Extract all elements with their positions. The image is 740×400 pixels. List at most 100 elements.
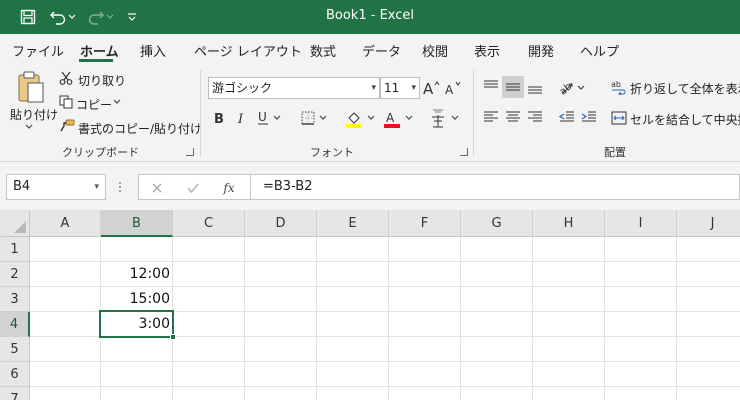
paste-button[interactable]: 貼り付け xyxy=(10,106,58,123)
tab-home[interactable]: ホーム xyxy=(80,41,119,60)
name-box-value: B4 xyxy=(13,179,31,194)
tab-review[interactable]: 校閲 xyxy=(422,41,448,60)
gridline xyxy=(316,237,317,400)
font-name-dropdown-icon: ▾ xyxy=(371,83,376,93)
copy-button[interactable]: コピー xyxy=(76,96,112,113)
align-center-icon[interactable] xyxy=(502,106,524,128)
row-header-4[interactable]: 4 xyxy=(0,312,30,337)
phonetic-guide-icon[interactable] xyxy=(428,106,448,132)
underline-dropdown-icon[interactable] xyxy=(272,114,282,122)
font-color-icon[interactable]: A xyxy=(382,108,402,130)
align-left-icon[interactable] xyxy=(480,106,502,128)
copy-dropdown-icon[interactable] xyxy=(112,98,122,106)
tab-formulas[interactable]: 数式 xyxy=(310,41,336,60)
fill-handle[interactable] xyxy=(170,334,176,340)
tab-page-layout[interactable]: ページ レイアウト xyxy=(194,41,302,60)
insert-function-icon[interactable]: fx xyxy=(219,179,239,197)
svg-text:A: A xyxy=(386,111,395,125)
select-all-button[interactable] xyxy=(0,210,30,237)
column-header-e[interactable]: E xyxy=(317,210,389,237)
merge-center-button[interactable]: セルを結合して中央揃え xyxy=(630,111,740,128)
fill-color-dropdown-icon[interactable] xyxy=(366,114,376,122)
gridline xyxy=(244,237,245,400)
merge-center-icon[interactable] xyxy=(610,110,628,126)
orientation-icon[interactable]: ab xyxy=(556,76,576,98)
orientation-dropdown-icon[interactable] xyxy=(576,84,586,92)
borders-dropdown-icon[interactable] xyxy=(318,114,328,122)
cut-button[interactable]: 切り取り xyxy=(78,72,126,89)
column-header-d[interactable]: D xyxy=(245,210,317,237)
increase-font-size-icon[interactable]: A xyxy=(422,78,442,98)
group-separator xyxy=(473,70,474,156)
column-header-g[interactable]: G xyxy=(461,210,533,237)
gridline xyxy=(676,237,677,400)
tab-data[interactable]: データ xyxy=(362,41,401,60)
active-tab-indicator xyxy=(79,59,113,62)
paste-icon[interactable] xyxy=(14,68,48,106)
name-box[interactable]: B4 ▾ xyxy=(6,174,106,200)
gridline xyxy=(460,237,461,400)
font-size-combo[interactable]: 11 ▾ xyxy=(380,77,420,99)
phonetic-guide-dropdown-icon[interactable] xyxy=(450,114,460,122)
svg-text:U: U xyxy=(258,110,267,124)
svg-text:A: A xyxy=(423,80,434,96)
formula-bar-resize-handle[interactable] xyxy=(116,180,124,194)
tab-insert[interactable]: 挿入 xyxy=(140,41,166,60)
gridline xyxy=(30,361,740,362)
borders-icon[interactable] xyxy=(298,108,318,128)
font-dialog-launcher-icon[interactable] xyxy=(460,148,468,156)
column-header-f[interactable]: F xyxy=(389,210,461,237)
clipboard-dialog-launcher-icon[interactable] xyxy=(186,148,194,156)
name-box-dropdown-icon: ▾ xyxy=(94,182,99,192)
align-middle-icon[interactable] xyxy=(502,76,524,98)
decrease-indent-icon[interactable] xyxy=(556,106,578,128)
ribbon-tabs: ファイル ホーム 挿入 ページ レイアウト 数式 データ 校閲 表示 開発 ヘル… xyxy=(0,34,740,64)
font-size-value: 11 xyxy=(384,81,400,95)
tab-help[interactable]: ヘルプ xyxy=(580,41,619,60)
row-header-7[interactable]: 7 xyxy=(0,387,30,400)
row-header-3[interactable]: 3 xyxy=(0,287,30,312)
tab-view[interactable]: 表示 xyxy=(474,41,500,60)
cancel-icon[interactable] xyxy=(147,179,167,197)
paste-dropdown-icon[interactable] xyxy=(22,122,36,132)
column-header-a[interactable]: A xyxy=(30,210,101,237)
tab-developer[interactable]: 開発 xyxy=(528,41,554,60)
format-painter-icon[interactable] xyxy=(58,118,76,134)
align-top-icon[interactable] xyxy=(480,76,502,98)
column-header-b[interactable]: B xyxy=(101,210,173,237)
format-painter-button[interactable]: 書式のコピー/貼り付け xyxy=(78,120,202,137)
cut-icon[interactable] xyxy=(58,70,74,86)
clipboard-group-label: クリップボード xyxy=(62,146,139,159)
align-right-icon[interactable] xyxy=(524,106,546,128)
align-bottom-icon[interactable] xyxy=(524,76,546,98)
row-header-5[interactable]: 5 xyxy=(0,337,30,362)
copy-icon[interactable] xyxy=(58,94,74,110)
column-header-i[interactable]: I xyxy=(605,210,677,237)
font-name-combo[interactable]: 游ゴシック ▾ xyxy=(208,77,380,99)
column-header-c[interactable]: C xyxy=(173,210,245,237)
column-header-j[interactable]: J xyxy=(677,210,740,237)
row-header-2[interactable]: 2 xyxy=(0,262,30,287)
formula-input[interactable]: =B3-B2 xyxy=(250,174,740,200)
decrease-font-size-icon[interactable]: A xyxy=(444,78,464,98)
wrap-text-icon[interactable]: ab xyxy=(610,78,628,96)
svg-text:ab: ab xyxy=(558,81,575,95)
font-color-dropdown-icon[interactable] xyxy=(404,114,414,122)
wrap-text-button[interactable]: 折り返して全体を表示す xyxy=(630,80,740,97)
gridline xyxy=(30,386,740,387)
tab-file[interactable]: ファイル xyxy=(12,41,64,60)
cell-b3[interactable]: 15:00 xyxy=(101,287,172,312)
font-name-value: 游ゴシック xyxy=(212,81,273,95)
italic-icon[interactable]: I xyxy=(232,108,250,128)
enter-icon[interactable] xyxy=(183,179,203,197)
row-header-6[interactable]: 6 xyxy=(0,362,30,387)
svg-text:A: A xyxy=(445,83,454,96)
increase-indent-icon[interactable] xyxy=(578,106,600,128)
row-header-1[interactable]: 1 xyxy=(0,237,30,262)
column-header-h[interactable]: H xyxy=(533,210,605,237)
cell-b2[interactable]: 12:00 xyxy=(101,262,172,287)
underline-icon[interactable]: U xyxy=(254,108,272,128)
bold-icon[interactable]: B xyxy=(210,108,228,128)
fill-color-icon[interactable] xyxy=(344,108,364,130)
alignment-group-label: 配置 xyxy=(604,146,626,159)
